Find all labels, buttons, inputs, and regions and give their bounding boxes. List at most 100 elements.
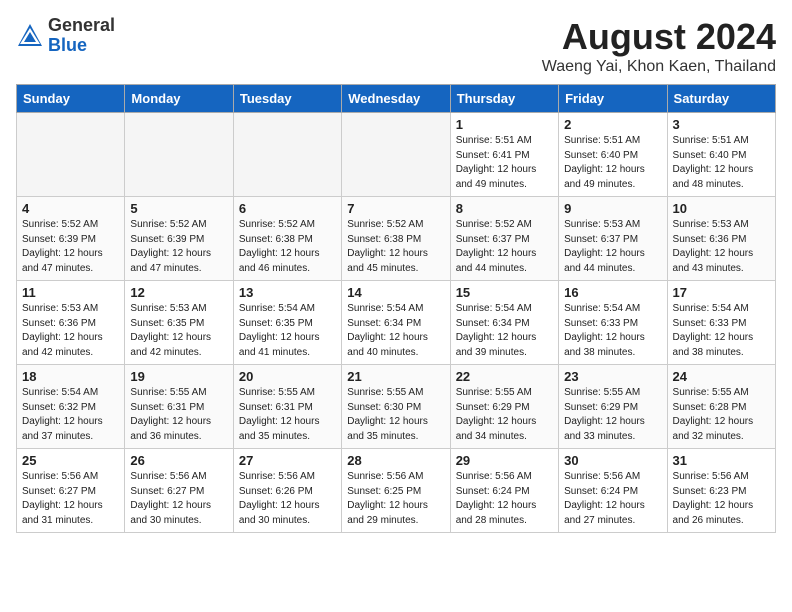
calendar-week-row: 11 Sunrise: 5:53 AM Sunset: 6:36 PM Dayli… [17, 281, 776, 365]
calendar-cell: 7 Sunrise: 5:52 AM Sunset: 6:38 PM Daylig… [342, 197, 450, 281]
day-number: 27 [239, 453, 336, 468]
cell-info: Sunrise: 5:54 AM Sunset: 6:34 PM Dayligh… [456, 302, 553, 360]
day-number: 18 [22, 369, 119, 384]
calendar-cell: 3 Sunrise: 5:51 AM Sunset: 6:40 PM Daylig… [667, 113, 775, 197]
weekday-header: Saturday [667, 85, 775, 113]
day-number: 1 [456, 117, 553, 132]
weekday-header: Thursday [450, 85, 558, 113]
calendar-cell: 29 Sunrise: 5:56 AM Sunset: 6:24 PM Dayli… [450, 449, 558, 533]
day-number: 28 [347, 453, 444, 468]
header-row: SundayMondayTuesdayWednesdayThursdayFrid… [17, 85, 776, 113]
calendar-cell: 20Sunrise: 5:55 AM Sunset: 6:31 PM Dayli… [233, 365, 341, 449]
calendar-cell: 27Sunrise: 5:56 AM Sunset: 6:26 PM Dayli… [233, 449, 341, 533]
calendar-cell: 26Sunrise: 5:56 AM Sunset: 6:27 PM Dayli… [125, 449, 233, 533]
cell-info: Sunrise: 5:54 AM Sunset: 6:33 PM Dayligh… [564, 302, 661, 360]
calendar-cell: 31 Sunrise: 5:56 AM Sunset: 6:23 PM Dayli… [667, 449, 775, 533]
cell-info: Sunrise: 5:53 AM Sunset: 6:36 PM Dayligh… [22, 302, 119, 360]
calendar-cell: 6 Sunrise: 5:52 AM Sunset: 6:38 PM Daylig… [233, 197, 341, 281]
day-number: 6 [239, 201, 336, 216]
calendar-cell: 13Sunrise: 5:54 AM Sunset: 6:35 PM Dayli… [233, 281, 341, 365]
calendar-cell [342, 113, 450, 197]
weekday-header: Monday [125, 85, 233, 113]
cell-info: Sunrise: 5:52 AM Sunset: 6:38 PM Dayligh… [347, 218, 444, 276]
calendar-cell [233, 113, 341, 197]
location: Waeng Yai, Khon Kaen, Thailand [542, 58, 776, 76]
calendar-cell: 21 Sunrise: 5:55 AM Sunset: 6:30 PM Dayli… [342, 365, 450, 449]
calendar-cell: 10 Sunrise: 5:53 AM Sunset: 6:36 PM Dayli… [667, 197, 775, 281]
calendar-week-row: 4 Sunrise: 5:52 AM Sunset: 6:39 PM Daylig… [17, 197, 776, 281]
cell-info: Sunrise: 5:52 AM Sunset: 6:39 PM Dayligh… [130, 218, 227, 276]
cell-info: Sunrise: 5:54 AM Sunset: 6:32 PM Dayligh… [22, 386, 119, 444]
day-number: 30 [564, 453, 661, 468]
cell-info: Sunrise: 5:53 AM Sunset: 6:35 PM Dayligh… [130, 302, 227, 360]
day-number: 25 [22, 453, 119, 468]
cell-info: Sunrise: 5:54 AM Sunset: 6:34 PM Dayligh… [347, 302, 444, 360]
calendar-cell: 8Sunrise: 5:52 AM Sunset: 6:37 PM Daylig… [450, 197, 558, 281]
weekday-header: Friday [559, 85, 667, 113]
cell-info: Sunrise: 5:51 AM Sunset: 6:40 PM Dayligh… [673, 134, 770, 192]
logo-icon [16, 22, 44, 50]
calendar-cell [17, 113, 125, 197]
day-number: 11 [22, 285, 119, 300]
weekday-header: Wednesday [342, 85, 450, 113]
day-number: 13 [239, 285, 336, 300]
cell-info: Sunrise: 5:55 AM Sunset: 6:30 PM Dayligh… [347, 386, 444, 444]
calendar-cell: 2Sunrise: 5:51 AM Sunset: 6:40 PM Daylig… [559, 113, 667, 197]
day-number: 3 [673, 117, 770, 132]
cell-info: Sunrise: 5:52 AM Sunset: 6:39 PM Dayligh… [22, 218, 119, 276]
day-number: 14 [347, 285, 444, 300]
calendar-cell: 14 Sunrise: 5:54 AM Sunset: 6:34 PM Dayli… [342, 281, 450, 365]
cell-info: Sunrise: 5:52 AM Sunset: 6:38 PM Dayligh… [239, 218, 336, 276]
day-number: 15 [456, 285, 553, 300]
calendar-cell: 4 Sunrise: 5:52 AM Sunset: 6:39 PM Daylig… [17, 197, 125, 281]
calendar-cell: 5Sunrise: 5:52 AM Sunset: 6:39 PM Daylig… [125, 197, 233, 281]
day-number: 10 [673, 201, 770, 216]
cell-info: Sunrise: 5:56 AM Sunset: 6:27 PM Dayligh… [22, 470, 119, 528]
calendar-cell: 1 Sunrise: 5:51 AM Sunset: 6:41 PM Daylig… [450, 113, 558, 197]
cell-info: Sunrise: 5:55 AM Sunset: 6:29 PM Dayligh… [456, 386, 553, 444]
calendar-cell: 12 Sunrise: 5:53 AM Sunset: 6:35 PM Dayli… [125, 281, 233, 365]
logo: General Blue [16, 16, 115, 56]
calendar-cell: 28Sunrise: 5:56 AM Sunset: 6:25 PM Dayli… [342, 449, 450, 533]
day-number: 17 [673, 285, 770, 300]
calendar-cell: 24Sunrise: 5:55 AM Sunset: 6:28 PM Dayli… [667, 365, 775, 449]
day-number: 16 [564, 285, 661, 300]
cell-info: Sunrise: 5:53 AM Sunset: 6:36 PM Dayligh… [673, 218, 770, 276]
calendar-cell: 19Sunrise: 5:55 AM Sunset: 6:31 PM Dayli… [125, 365, 233, 449]
day-number: 12 [130, 285, 227, 300]
day-number: 22 [456, 369, 553, 384]
cell-info: Sunrise: 5:51 AM Sunset: 6:41 PM Dayligh… [456, 134, 553, 192]
day-number: 4 [22, 201, 119, 216]
day-number: 21 [347, 369, 444, 384]
cell-info: Sunrise: 5:56 AM Sunset: 6:27 PM Dayligh… [130, 470, 227, 528]
calendar-cell [125, 113, 233, 197]
cell-info: Sunrise: 5:55 AM Sunset: 6:31 PM Dayligh… [239, 386, 336, 444]
day-number: 2 [564, 117, 661, 132]
day-number: 7 [347, 201, 444, 216]
logo-blue: Blue [48, 36, 115, 56]
day-number: 31 [673, 453, 770, 468]
cell-info: Sunrise: 5:56 AM Sunset: 6:24 PM Dayligh… [564, 470, 661, 528]
calendar-week-row: 18 Sunrise: 5:54 AM Sunset: 6:32 PM Dayli… [17, 365, 776, 449]
cell-info: Sunrise: 5:56 AM Sunset: 6:23 PM Dayligh… [673, 470, 770, 528]
day-number: 23 [564, 369, 661, 384]
weekday-header: Tuesday [233, 85, 341, 113]
calendar-cell: 30 Sunrise: 5:56 AM Sunset: 6:24 PM Dayli… [559, 449, 667, 533]
calendar-week-row: 1 Sunrise: 5:51 AM Sunset: 6:41 PM Daylig… [17, 113, 776, 197]
calendar-cell: 17 Sunrise: 5:54 AM Sunset: 6:33 PM Dayli… [667, 281, 775, 365]
cell-info: Sunrise: 5:54 AM Sunset: 6:33 PM Dayligh… [673, 302, 770, 360]
day-number: 9 [564, 201, 661, 216]
cell-info: Sunrise: 5:52 AM Sunset: 6:37 PM Dayligh… [456, 218, 553, 276]
calendar-header: SundayMondayTuesdayWednesdayThursdayFrid… [17, 85, 776, 113]
calendar-body: 1 Sunrise: 5:51 AM Sunset: 6:41 PM Daylig… [17, 113, 776, 533]
cell-info: Sunrise: 5:55 AM Sunset: 6:29 PM Dayligh… [564, 386, 661, 444]
month-title: August 2024 [542, 16, 776, 58]
calendar-cell: 9Sunrise: 5:53 AM Sunset: 6:37 PM Daylig… [559, 197, 667, 281]
day-number: 29 [456, 453, 553, 468]
cell-info: Sunrise: 5:55 AM Sunset: 6:31 PM Dayligh… [130, 386, 227, 444]
cell-info: Sunrise: 5:56 AM Sunset: 6:24 PM Dayligh… [456, 470, 553, 528]
day-number: 24 [673, 369, 770, 384]
calendar-cell: 25 Sunrise: 5:56 AM Sunset: 6:27 PM Dayli… [17, 449, 125, 533]
title-block: August 2024 Waeng Yai, Khon Kaen, Thaila… [542, 16, 776, 76]
calendar-week-row: 25 Sunrise: 5:56 AM Sunset: 6:27 PM Dayli… [17, 449, 776, 533]
